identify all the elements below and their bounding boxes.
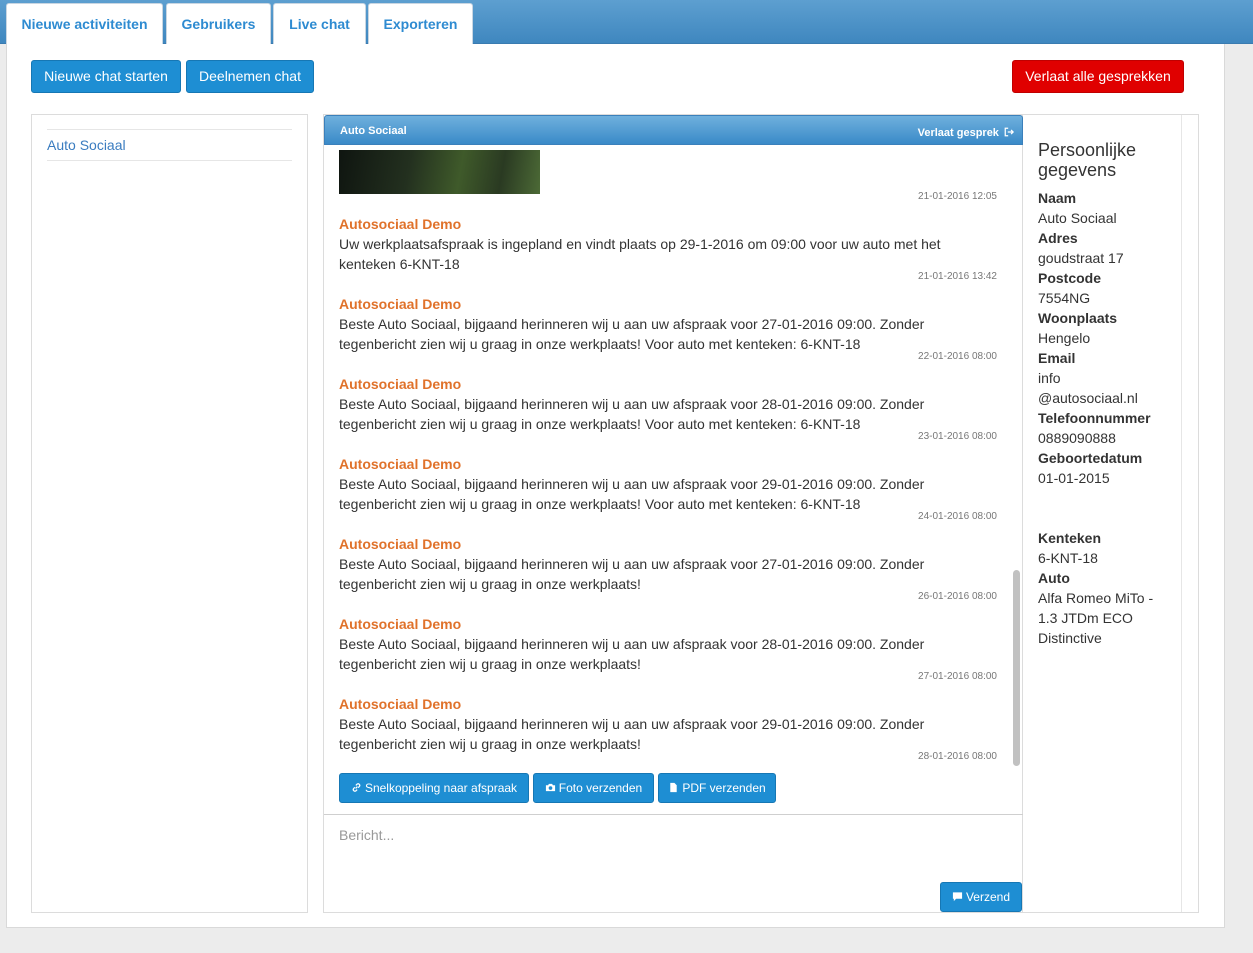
message-line: Uw werkplaatsafspraak is ingepland en vi… [339,236,941,252]
birthdate-label: Geboortedatum [1038,450,1143,466]
message-timestamp: 21-01-2016 12:05 [918,191,997,202]
chat-scrollbar-thumb[interactable] [1013,570,1020,766]
message-sender: Autosociaal Demo [339,376,462,392]
message-line: tegenbericht zien wij u graag in onze we… [339,496,861,512]
link-icon [352,783,361,792]
plate-label: Kenteken [1038,530,1102,546]
sent-photo[interactable] [339,150,540,194]
email-line: info [1038,370,1061,386]
send-label: Verzend [965,890,1011,904]
message-line: Beste Auto Sociaal, bijgaand herinneren … [339,556,925,572]
message-sender: Autosociaal Demo [339,536,462,552]
leave-all-button[interactable]: Verlaat alle gesprekken [1012,60,1184,93]
message-line: tegenbericht zien wij u graag in onze we… [339,576,641,592]
message-text: Beste Auto Sociaal, bijgaand herinneren … [339,634,989,674]
message-line: Beste Auto Sociaal, bijgaand herinneren … [339,716,925,732]
message-timestamp: 27-01-2016 08:00 [918,671,997,682]
message-line: tegenbericht zien wij u graag in onze we… [339,736,641,752]
file-icon [670,782,678,793]
car-value: Alfa Romeo MiTo - 1.3 JTDm ECO Distincti… [1038,588,1173,648]
sign-out-icon [1004,127,1015,137]
email-value: info @autosociaal.nl [1038,368,1173,408]
contact-item[interactable]: Auto Sociaal [47,137,126,153]
divider [47,129,292,130]
message-timestamp: 23-01-2016 08:00 [918,431,997,442]
camera-icon [545,783,555,792]
phone-label: Telefoonnummer [1038,410,1151,426]
personal-info-title: Persoonlijke gegevens [1038,140,1137,180]
car-line: Distinctive [1038,630,1102,646]
message-text: Beste Auto Sociaal, bijgaand herinneren … [339,714,989,754]
new-chat-button[interactable]: Nieuwe chat starten [31,60,181,93]
tab-nieuwe-activiteiten[interactable]: Nieuwe activiteiten [6,3,163,44]
leave-conversation-link[interactable]: Verlaat gesprek [917,127,1015,139]
send-button[interactable]: Verzend [940,882,1022,912]
postcode-value: 7554NG [1038,290,1091,306]
message-input[interactable]: Bericht... [339,827,394,843]
personal-info-panel: Persoonlijke gegevens Naam Auto Sociaal … [1023,114,1199,913]
message-line: Beste Auto Sociaal, bijgaand herinneren … [339,476,925,492]
tab-exporteren[interactable]: Exporteren [368,3,473,44]
leave-conversation-label: Verlaat gesprek [917,127,999,139]
message-timestamp: 26-01-2016 08:00 [918,591,997,602]
message-sender: Autosociaal Demo [339,296,462,312]
message-text: Beste Auto Sociaal, bijgaand herinneren … [339,394,989,434]
car-label: Auto [1038,570,1070,586]
city-value: Hengelo [1038,330,1091,346]
car-line: 1.3 JTDm ECO [1038,610,1133,626]
chat-title: Auto Sociaal [340,125,407,137]
send-photo-button[interactable]: Foto verzenden [533,773,654,803]
join-chat-button[interactable]: Deelnemen chat [186,60,314,93]
message-line: tegenbericht zien wij u graag in onze we… [339,336,861,352]
top-nav-bar: Nieuwe activiteiten Gebruikers Live chat… [0,0,1253,44]
contact-list: Auto Sociaal [31,114,308,913]
postcode-label: Postcode [1038,270,1102,286]
message-timestamp: 24-01-2016 08:00 [918,511,997,522]
chat-window: Auto Sociaal Verlaat gesprek 21-01-2016 … [323,114,1023,913]
send-pdf-button[interactable]: PDF verzenden [658,773,776,803]
message-text: Beste Auto Sociaal, bijgaand herinneren … [339,314,989,354]
message-line: Beste Auto Sociaal, bijgaand herinneren … [339,396,925,412]
message-line: tegenbericht zien wij u graag in onze we… [339,416,861,432]
message-timestamp: 22-01-2016 08:00 [918,351,997,362]
message-text: Beste Auto Sociaal, bijgaand herinneren … [339,554,989,594]
email-label: Email [1038,350,1076,366]
city-label: Woonplaats [1038,310,1118,326]
email-line: @autosociaal.nl [1038,390,1138,406]
message-sender: Autosociaal Demo [339,456,462,472]
car-line: Alfa Romeo MiTo - [1038,590,1154,606]
divider [324,814,1023,815]
phone-value: 0889090888 [1038,430,1116,446]
name-label: Naam [1038,190,1077,206]
message-sender: Autosociaal Demo [339,616,462,632]
divider [1181,115,1182,912]
birthdate-value: 01-01-2015 [1038,470,1110,486]
send-photo-label: Foto verzenden [558,781,643,795]
message-line: Beste Auto Sociaal, bijgaand herinneren … [339,316,925,332]
plate-value: 6-KNT-18 [1038,550,1098,566]
message-line: tegenbericht zien wij u graag in onze we… [339,656,641,672]
message-text: Beste Auto Sociaal, bijgaand herinneren … [339,474,989,514]
message-text: Uw werkplaatsafspraak is ingepland en vi… [339,234,989,274]
address-value: goudstraat 17 [1038,250,1124,266]
send-shortcut-button[interactable]: Snelkoppeling naar afspraak [339,773,529,803]
message-sender: Autosociaal Demo [339,216,462,232]
chat-header: Auto Sociaal Verlaat gesprek [324,115,1023,145]
message-timestamp: 28-01-2016 08:00 [918,751,997,762]
message-sender: Autosociaal Demo [339,696,462,712]
message-line: kenteken 6-KNT-18 [339,256,460,272]
tab-gebruikers[interactable]: Gebruikers [166,3,271,44]
send-shortcut-label: Snelkoppeling naar afspraak [364,781,518,795]
message-timestamp: 21-01-2016 13:42 [918,271,997,282]
message-line: Beste Auto Sociaal, bijgaand herinneren … [339,636,925,652]
tab-live-chat[interactable]: Live chat [273,3,366,44]
divider [47,160,292,161]
address-label: Adres [1038,230,1078,246]
comment-icon [952,892,963,902]
name-value: Auto Sociaal [1038,210,1117,226]
send-pdf-label: PDF verzenden [682,781,766,795]
